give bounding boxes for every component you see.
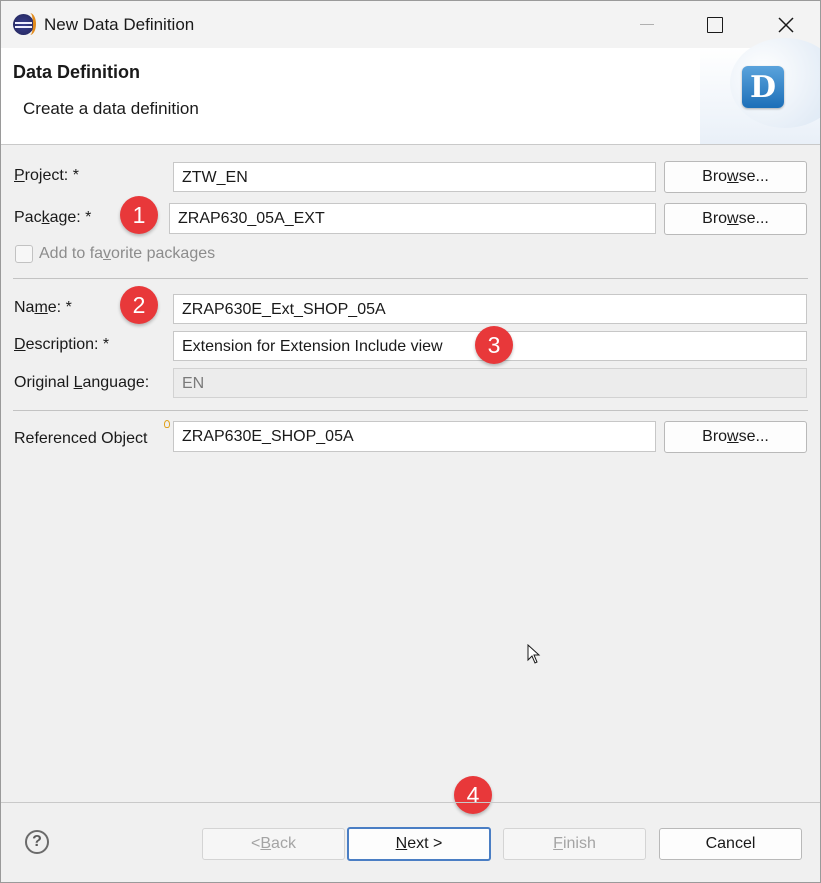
project-input[interactable]: ZTW_EN bbox=[173, 162, 656, 192]
wizard-header: Data Definition Create a data definition… bbox=[1, 38, 820, 145]
maximize-icon bbox=[707, 16, 723, 33]
step-badge-4: 4 bbox=[454, 776, 492, 814]
cancel-button[interactable]: Cancel bbox=[659, 828, 802, 860]
project-label: Project: * bbox=[14, 167, 79, 184]
minimize-icon bbox=[640, 24, 654, 25]
package-label: Package: * bbox=[14, 209, 92, 226]
step-badge-1: 1 bbox=[120, 196, 158, 234]
window-title: New Data Definition bbox=[44, 15, 195, 34]
wizard-title: Data Definition bbox=[13, 62, 141, 82]
help-icon[interactable]: ? bbox=[25, 830, 49, 854]
name-input[interactable]: ZRAP630E_Ext_SHOP_05A bbox=[173, 294, 807, 324]
step-badge-3: 3 bbox=[475, 326, 513, 364]
eclipse-icon bbox=[13, 13, 36, 35]
content-assist-hint-icon bbox=[164, 420, 170, 428]
separator bbox=[13, 410, 808, 411]
wizard-banner-graphic: D bbox=[700, 38, 820, 144]
data-definition-icon: D bbox=[742, 66, 784, 108]
referenced-object-input[interactable]: ZRAP630E_SHOP_05A bbox=[173, 421, 656, 452]
favorite-packages-label: Add to favorite packages bbox=[39, 245, 216, 262]
maximize-button[interactable] bbox=[692, 1, 738, 48]
description-label: Description: * bbox=[14, 336, 110, 353]
original-language-label: Original Language: bbox=[14, 374, 150, 391]
separator bbox=[13, 278, 808, 279]
original-language-input: EN bbox=[173, 368, 807, 398]
minimize-button[interactable] bbox=[624, 1, 670, 48]
referenced-object-browse-button[interactable]: Bro w se... bbox=[664, 421, 807, 453]
referenced-object-label: Referenced Object bbox=[14, 430, 148, 447]
close-icon bbox=[778, 16, 794, 33]
footer-separator bbox=[1, 802, 820, 803]
finish-button[interactable]: Finish bbox=[503, 828, 646, 860]
step-badge-2: 2 bbox=[120, 286, 158, 324]
back-button[interactable]: < Back bbox=[202, 828, 345, 860]
name-label: Name: * bbox=[14, 299, 72, 316]
dialog-window: New Data Definition Data Definition Crea… bbox=[0, 0, 821, 883]
title-bar: New Data Definition bbox=[1, 1, 820, 48]
package-input[interactable]: ZRAP630_05A_EXT bbox=[169, 203, 656, 234]
wizard-subtitle: Create a data definition bbox=[23, 99, 199, 118]
favorite-packages-checkbox[interactable] bbox=[15, 245, 33, 263]
project-browse-button[interactable]: Bro w se... bbox=[664, 161, 807, 193]
next-button[interactable]: Next > bbox=[347, 827, 491, 861]
package-browse-button[interactable]: Bro w se... bbox=[664, 203, 807, 235]
mouse-pointer-icon bbox=[527, 644, 541, 664]
